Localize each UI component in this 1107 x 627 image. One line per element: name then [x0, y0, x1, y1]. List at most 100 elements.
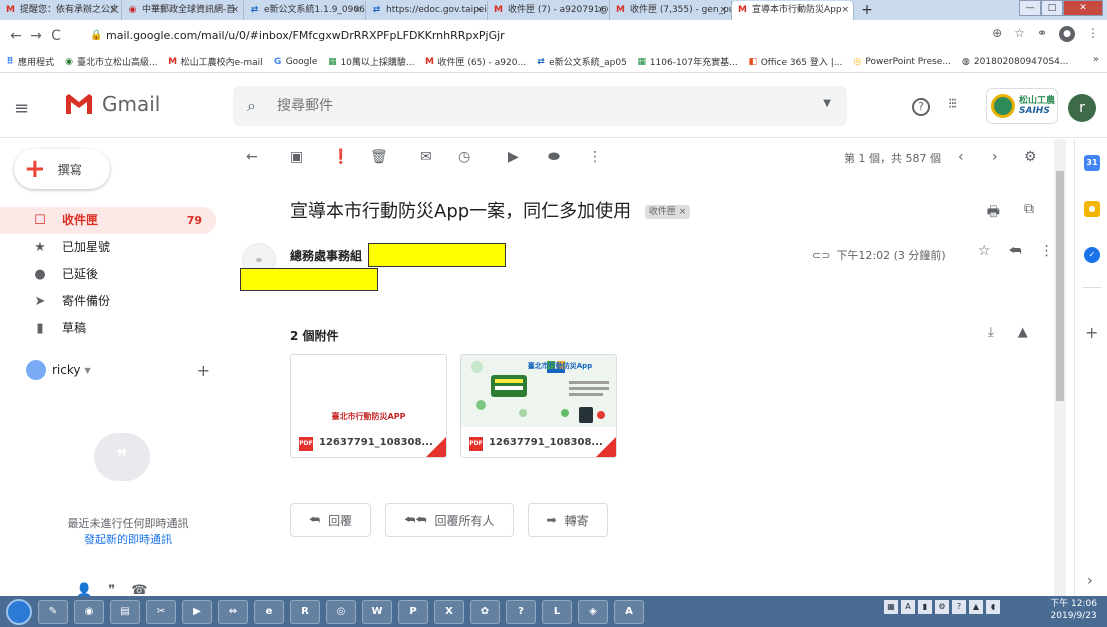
tab-close-icon[interactable]: × — [231, 1, 239, 20]
browser-tab[interactable]: ◉ 中華郵政全球資訊網-首 × — [122, 1, 244, 20]
forward-button[interactable]: ➡ 轉寄 — [527, 503, 608, 537]
tray-settings-icon[interactable]: ⚙ — [935, 600, 949, 614]
bookmark-item[interactable]: G Google — [273, 57, 317, 67]
sidebar-item-starred[interactable]: ★ 已加星號 — [0, 234, 216, 261]
taskbar-folder-icon[interactable]: ▤ — [110, 599, 140, 624]
taskbar-chrome-icon[interactable]: ◉ — [74, 599, 104, 624]
help-icon[interactable]: ? — [912, 98, 930, 116]
download-all-icon[interactable]: ⤓ — [988, 325, 994, 340]
bookmark-item[interactable]: ▦ 1106-107年充實基... — [637, 55, 738, 69]
search-options-icon[interactable]: ▼ — [823, 98, 831, 109]
taskbar-line-icon[interactable]: L — [542, 599, 572, 624]
older-icon[interactable]: › — [992, 149, 998, 165]
back-button[interactable]: ← — [6, 28, 26, 44]
label-icon[interactable]: ⬬ — [548, 149, 560, 165]
taskbar-clock[interactable]: 下午 12:06 2019/9/23 — [1050, 598, 1097, 622]
url-field[interactable]: 🔒 mail.google.com/mail/u/0/#inbox/FMfcgxw… — [88, 25, 1028, 46]
bookmarks-more-icon[interactable]: » — [1093, 54, 1099, 65]
minimize-button[interactable]: — — [1019, 0, 1041, 16]
hangouts-user[interactable]: ricky ▼ + — [26, 357, 216, 383]
browser-tab[interactable]: M 收件匣 (7,355) - gen_pu × — [610, 1, 732, 20]
tab-close-icon[interactable]: × — [719, 1, 727, 20]
school-logo[interactable]: 松山工農 SAIHS — [986, 88, 1058, 124]
start-button[interactable] — [6, 598, 32, 625]
attachment-card[interactable]: 臺北市行動防災APP PDF 12637791_108308... — [290, 354, 447, 458]
taskbar-paint-icon[interactable]: ✎ — [38, 599, 68, 624]
close-window-button[interactable]: ✕ — [1063, 0, 1103, 16]
delete-icon[interactable]: 🗑 — [370, 149, 388, 165]
message-scrollbar[interactable] — [1054, 139, 1066, 596]
tray-help-icon[interactable]: ? — [952, 600, 966, 614]
tasks-icon[interactable]: ✓ — [1084, 247, 1100, 263]
tray-keyboard-icon[interactable]: ▦ — [884, 600, 898, 614]
browser-tab[interactable]: M 收件匣 (7) - a920791@g × — [488, 1, 610, 20]
report-spam-icon[interactable]: ❗ — [332, 149, 349, 165]
apps-grid-icon[interactable]: ⁝⁝⁝ — [948, 96, 957, 112]
bookmark-item[interactable]: ◎ PowerPoint Prese... — [852, 57, 950, 67]
mark-unread-icon[interactable]: ✉ — [420, 149, 432, 165]
snooze-icon[interactable]: ◷ — [458, 149, 470, 165]
star-icon[interactable]: ☆ — [978, 243, 991, 259]
print-icon[interactable]: 🖶 — [987, 201, 1000, 225]
taskbar-help-icon[interactable]: ? — [506, 599, 536, 624]
back-to-inbox-icon[interactable]: ← — [246, 149, 258, 165]
forward-button[interactable]: → — [26, 28, 46, 44]
sidebar-item-inbox[interactable]: ☐ 收件匣 79 — [0, 207, 216, 234]
sidebar-item-snoozed[interactable]: ● 已延後 — [0, 261, 216, 288]
taskbar-excel-icon[interactable]: X — [434, 599, 464, 624]
tray-network-icon[interactable]: ▲ — [969, 600, 983, 614]
tab-close-icon[interactable]: × — [353, 1, 361, 20]
search-box[interactable]: ⌕ ▼ — [233, 86, 847, 126]
add-on-plus-icon[interactable]: + — [1085, 323, 1098, 342]
taskbar-tool-icon[interactable]: ✂ — [146, 599, 176, 624]
reload-button[interactable]: C — [46, 28, 66, 44]
save-to-drive-icon[interactable]: ▲ — [1018, 325, 1028, 340]
taskbar-app-icon[interactable]: R — [290, 599, 320, 624]
taskbar-paint3d-icon[interactable]: ✿ — [470, 599, 500, 624]
zoom-icon[interactable]: ⊕ — [992, 26, 1002, 42]
browser-tab-active[interactable]: M 宣導本市行動防災App × — [732, 1, 854, 20]
attachment-card[interactable]: 臺北市行動防災App PDF 12637791_108308... — [460, 354, 617, 458]
taskbar-network-icon[interactable]: ◎ — [326, 599, 356, 624]
reply-all-button[interactable]: ⮪⮪ 回覆所有人 — [385, 503, 514, 537]
tab-close-icon[interactable]: × — [109, 1, 117, 20]
tray-ime-mode-icon[interactable]: ▮ — [918, 600, 932, 614]
scrollbar-thumb[interactable] — [1056, 171, 1064, 401]
taskbar-word-icon[interactable]: W — [362, 599, 392, 624]
compose-button[interactable]: + 撰寫 — [14, 149, 110, 189]
settings-gear-icon[interactable]: ⚙ — [1024, 149, 1037, 165]
start-chat-link[interactable]: 發起新的即時通訊 — [0, 531, 256, 547]
tab-close-icon[interactable]: × — [475, 1, 483, 20]
reply-button[interactable]: ⮪ 回覆 — [290, 503, 372, 537]
maximize-button[interactable]: □ — [1041, 0, 1063, 16]
taskbar-teamviewer-icon[interactable]: ⇔ — [218, 599, 248, 624]
tray-ime-icon[interactable]: A — [901, 600, 915, 614]
more-icon[interactable]: ⋮ — [588, 149, 602, 165]
taskbar-seal-icon[interactable]: ◈ — [578, 599, 608, 624]
search-input[interactable] — [277, 95, 777, 117]
gmail-logo[interactable]: Gmail — [64, 92, 160, 116]
bookmark-item[interactable]: M 收件匣 (65) - a920... — [424, 55, 526, 69]
bookmark-item[interactable]: ◍ 2018020809470S4... — [961, 57, 1068, 67]
bookmark-item[interactable]: ▦ 10萬以上採購驗... — [327, 55, 414, 69]
browser-tab[interactable]: ⇄ e新公文系統1.1.9_0906 × — [244, 1, 366, 20]
taskbar-media-icon[interactable]: ▶ — [182, 599, 212, 624]
bookmark-item[interactable]: M 松山工農校內e-mail — [168, 55, 263, 69]
bookmark-star-icon[interactable]: ☆ — [1014, 26, 1025, 42]
bookmark-item[interactable]: ⠿ 應用程式 — [5, 55, 54, 69]
reply-icon[interactable]: ⮪ — [1009, 243, 1022, 259]
inbox-label-chip[interactable]: 收件匣 × — [644, 205, 691, 219]
search-icon[interactable]: ⌕ — [247, 96, 256, 116]
bookmark-item[interactable]: ◉ 臺北市立松山高級... — [64, 55, 158, 69]
bookmark-item[interactable]: ⇄ e新公文系統_ap05 — [536, 55, 627, 69]
new-tab-button[interactable]: + — [854, 1, 880, 20]
browser-menu-icon[interactable]: ⋮ — [1087, 26, 1099, 42]
sidebar-item-drafts[interactable]: ▮ 草稿 — [0, 315, 216, 342]
more-options-icon[interactable]: ⋮ — [1040, 243, 1054, 259]
bookmark-item[interactable]: ◧ Office 365 登入 |... — [748, 55, 842, 69]
taskbar-powerpoint-icon[interactable]: P — [398, 599, 428, 624]
tab-close-icon[interactable]: × — [597, 1, 605, 20]
add-contact-icon[interactable]: + — [197, 361, 210, 380]
keep-icon[interactable]: ● — [1084, 201, 1100, 217]
calendar-icon[interactable]: 31 — [1084, 155, 1100, 171]
